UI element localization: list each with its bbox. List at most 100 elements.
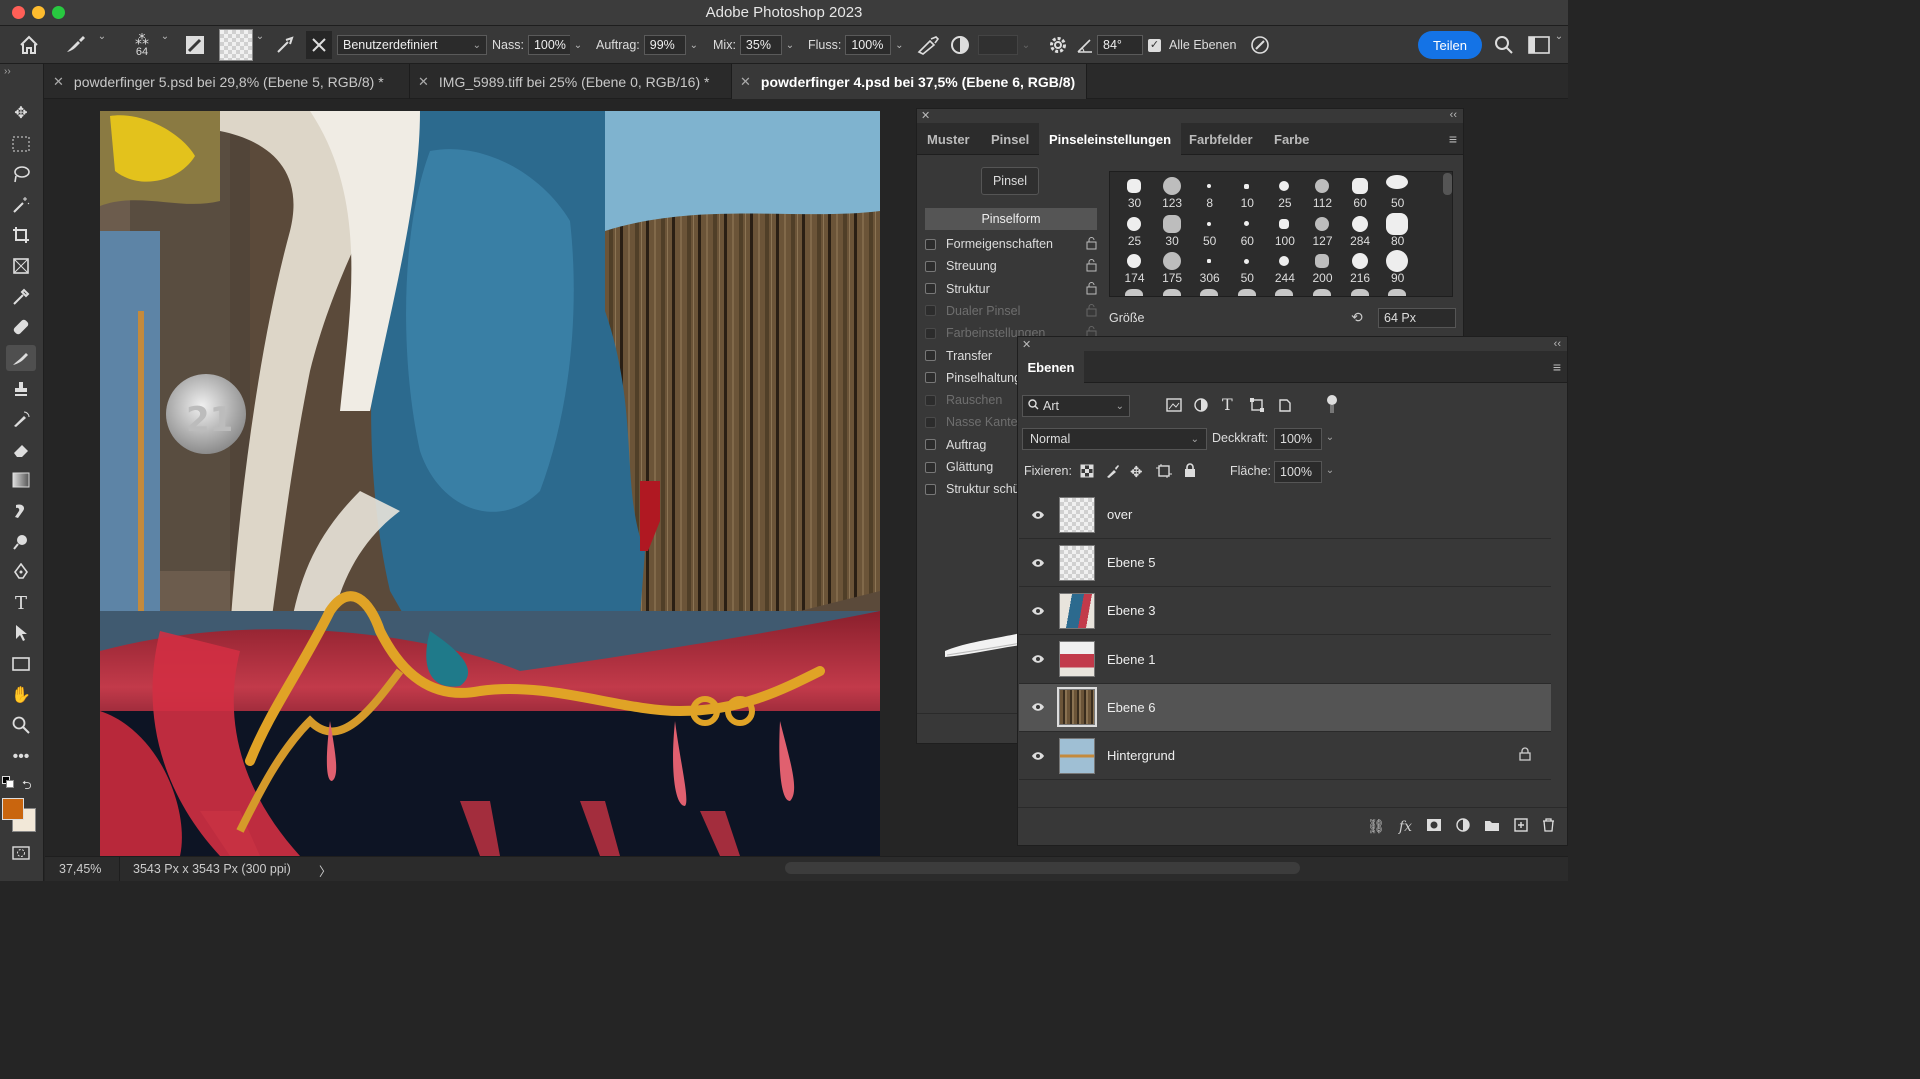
layer-name[interactable]: Ebene 3 xyxy=(1107,603,1155,618)
brush-tip-cell[interactable]: 100 xyxy=(1266,212,1303,249)
brush-tip-cell[interactable]: 244 xyxy=(1266,249,1303,286)
dodge-tool-icon[interactable] xyxy=(6,529,36,555)
foreground-color-swatch[interactable] xyxy=(2,798,24,820)
angle-input[interactable]: 84° xyxy=(1097,35,1143,55)
frame-tool-icon[interactable] xyxy=(6,253,36,279)
horizontal-scrollbar[interactable] xyxy=(785,862,1300,874)
eraser-tool-icon[interactable] xyxy=(6,437,36,463)
filter-shape-icon[interactable] xyxy=(1250,398,1264,415)
chevron-down-icon[interactable]: ⌄ xyxy=(1552,26,1566,46)
lock-transparent-icon[interactable] xyxy=(1080,464,1094,481)
blend-mode-select[interactable]: Normal ⌄ xyxy=(1022,428,1207,450)
brush-tip-cell[interactable]: 30 xyxy=(1116,174,1153,211)
layer-row[interactable]: Ebene 1 xyxy=(1019,636,1551,684)
brush-tip-cell[interactable]: 60 xyxy=(1342,174,1379,211)
tab-pinsel[interactable]: Pinsel xyxy=(981,123,1039,155)
quick-mask-icon[interactable] xyxy=(6,840,36,866)
all-layers-checkbox[interactable]: ✓ Alle Ebenen xyxy=(1148,26,1236,64)
brush-tip-cell[interactable] xyxy=(1342,287,1379,296)
brush-option-checkbox[interactable] xyxy=(925,483,936,495)
visibility-eye-icon[interactable] xyxy=(1019,654,1057,664)
brush-tip-cell[interactable]: 174 xyxy=(1116,249,1153,286)
wet-dropdown[interactable]: ⌄ xyxy=(570,35,586,55)
brush-size-preview[interactable]: ⁂ 64 xyxy=(131,26,153,64)
close-panel-icon[interactable]: ✕ xyxy=(921,109,930,122)
zoom-tool-icon[interactable] xyxy=(6,712,36,738)
brush-option-checkbox[interactable] xyxy=(925,461,936,473)
new-group-icon[interactable] xyxy=(1484,819,1500,835)
stamp-tool-icon[interactable] xyxy=(6,376,36,402)
doc-tab-2[interactable]: ✕ IMG_5989.tiff bei 25% (Ebene 0, RGB/16)… xyxy=(410,64,732,99)
lock-pixels-icon[interactable] xyxy=(1106,464,1120,481)
layer-name[interactable]: over xyxy=(1107,507,1132,522)
brush-grid-scrollbar[interactable] xyxy=(1443,173,1452,195)
panel-menu-icon[interactable]: ≡ xyxy=(1553,359,1561,375)
chevron-down-icon[interactable]: ⌄ xyxy=(253,26,267,46)
lock-artboard-icon[interactable] xyxy=(1156,464,1172,481)
load-brush-icon[interactable] xyxy=(276,26,296,64)
layer-row[interactable]: Ebene 6 xyxy=(1019,683,1551,732)
brush-tip-cell[interactable]: 10 xyxy=(1229,174,1266,211)
adjustment-layer-icon[interactable] xyxy=(1456,818,1470,835)
smoothing-icon[interactable] xyxy=(950,26,970,64)
brush-option-checkbox[interactable] xyxy=(925,372,936,384)
visibility-eye-icon[interactable] xyxy=(1019,702,1057,712)
document-canvas[interactable]: 21 xyxy=(100,111,880,856)
lock-icon[interactable] xyxy=(1086,237,1097,250)
doc-tab-1[interactable]: ✕ powderfinger 5.psd bei 29,8% (Ebene 5, … xyxy=(45,64,410,99)
load-dropdown[interactable]: ⌄ xyxy=(686,35,702,55)
swap-colors-icon[interactable]: ⮌ xyxy=(22,776,32,797)
filter-type-icon[interactable]: T xyxy=(1222,395,1233,414)
brush-tip-grid[interactable]: 30 123 8 10 25 112 60 50 25 30 50 60 100 127 284 80 174 1… xyxy=(1109,171,1453,297)
fill-dropdown[interactable]: ⌄ xyxy=(1322,461,1338,483)
panel-menu-icon[interactable]: ≡ xyxy=(1449,131,1457,147)
collapse-panel-icon[interactable]: ‹‹ xyxy=(1450,109,1457,121)
status-menu-icon[interactable]: 〉 xyxy=(319,861,332,880)
brush-tip-cell[interactable]: 200 xyxy=(1304,249,1341,286)
brush-option-checkbox[interactable] xyxy=(925,416,936,428)
brush-tip-cell[interactable]: 50 xyxy=(1229,249,1266,286)
layer-row[interactable]: over xyxy=(1019,491,1551,539)
close-panel-icon[interactable]: ✕ xyxy=(1022,338,1031,351)
marquee-tool-icon[interactable] xyxy=(6,131,36,157)
brush-tip-cell[interactable]: 50 xyxy=(1379,174,1416,211)
brush-tip-cell[interactable]: 60 xyxy=(1229,212,1266,249)
brush-option-item[interactable]: Streuung xyxy=(925,255,1097,277)
brush-option-checkbox[interactable] xyxy=(925,283,936,295)
mix-input[interactable]: 35% xyxy=(739,35,782,55)
opacity-dropdown[interactable]: ⌄ xyxy=(1322,428,1338,450)
brush-option-checkbox[interactable] xyxy=(925,439,936,451)
tab-ebenen[interactable]: Ebenen xyxy=(1018,351,1084,383)
brush-tip-cell[interactable]: 306 xyxy=(1191,249,1228,286)
pen-tool-icon[interactable] xyxy=(6,559,36,585)
chevron-down-icon[interactable]: ⌄ xyxy=(158,26,172,46)
opacity-input[interactable]: 100% xyxy=(1274,428,1322,450)
type-tool-icon[interactable]: T xyxy=(6,590,36,616)
lock-icon[interactable] xyxy=(1086,281,1097,295)
brush-option-item[interactable]: Formeigenschaften xyxy=(925,233,1097,255)
layer-row[interactable]: Hintergrund xyxy=(1019,732,1551,780)
close-tab-icon[interactable]: ✕ xyxy=(53,74,64,90)
filter-smartobject-icon[interactable] xyxy=(1278,397,1292,416)
visibility-eye-icon[interactable] xyxy=(1019,751,1057,761)
collapse-panel-icon[interactable]: ‹‹ xyxy=(1554,338,1561,350)
brush-tip-cell[interactable] xyxy=(1191,287,1228,296)
link-layers-icon[interactable]: ⛓ xyxy=(1367,818,1385,835)
brush-settings-toggle-icon[interactable] xyxy=(185,26,205,64)
magic-wand-tool-icon[interactable] xyxy=(6,192,36,218)
rectangle-tool-icon[interactable] xyxy=(6,651,36,677)
brush-tip-cell[interactable]: 127 xyxy=(1304,212,1341,249)
layer-row[interactable]: Ebene 5 xyxy=(1019,539,1551,588)
healing-brush-tool-icon[interactable] xyxy=(6,314,36,340)
filter-toggle[interactable] xyxy=(1327,395,1339,415)
brush-option-checkbox[interactable] xyxy=(925,394,936,406)
mixer-brush-preset-icon[interactable] xyxy=(64,26,88,64)
visibility-eye-icon[interactable] xyxy=(1019,558,1057,568)
tab-pinseleinstellungen[interactable]: Pinseleinstellungen xyxy=(1039,123,1182,155)
more-tools-icon[interactable]: ••• xyxy=(6,744,36,770)
collapse-icon[interactable]: ›› xyxy=(4,66,11,77)
gradient-tool-icon[interactable] xyxy=(6,467,36,493)
mix-dropdown[interactable]: ⌄ xyxy=(782,35,798,55)
filter-pixel-icon[interactable] xyxy=(1166,398,1182,415)
delete-layer-icon[interactable] xyxy=(1542,818,1555,835)
